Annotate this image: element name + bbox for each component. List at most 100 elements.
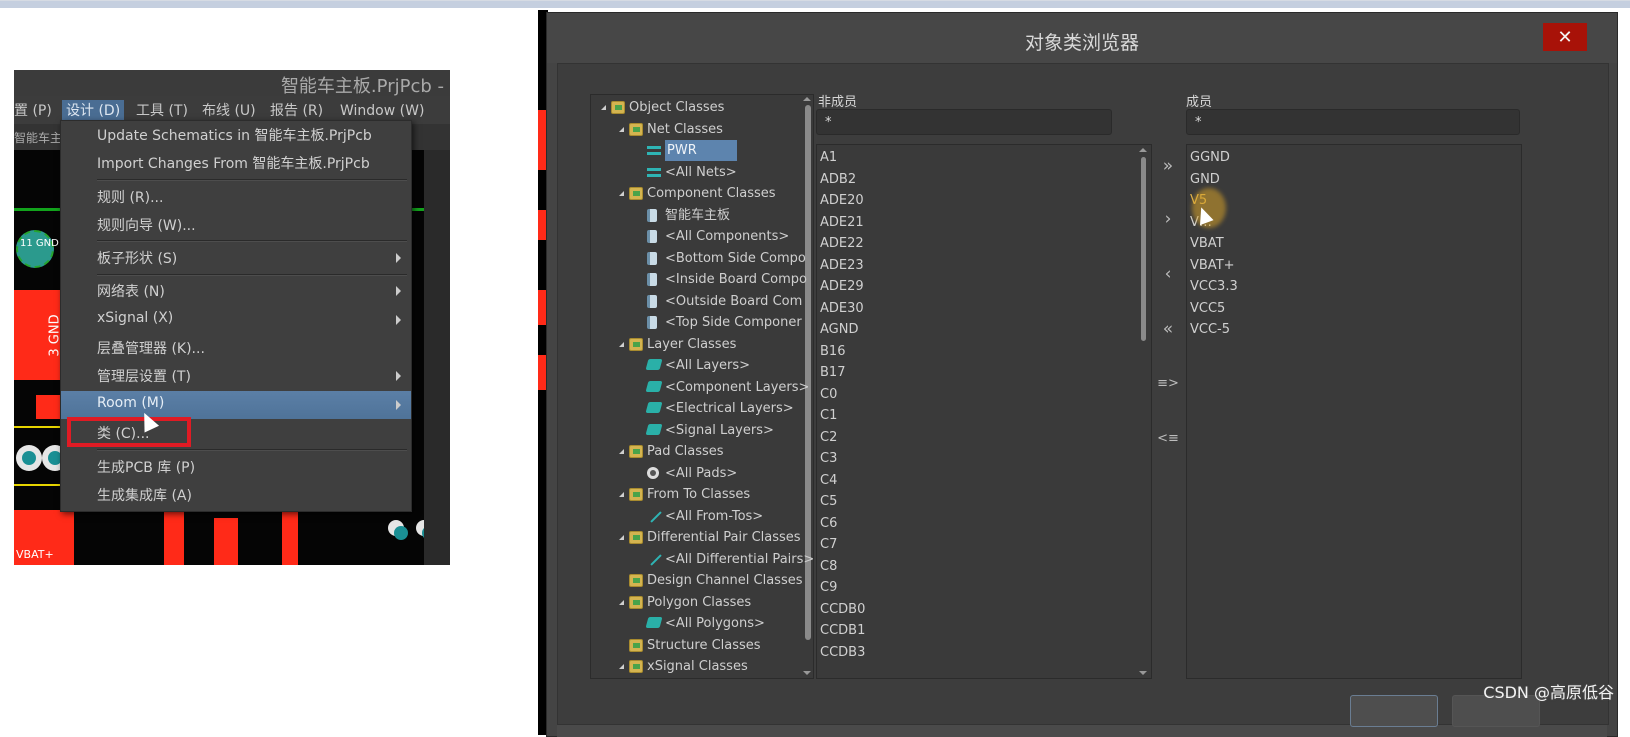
menu-item-layer-stack-manager[interactable]: 层叠管理器 (K)... bbox=[61, 334, 411, 362]
list-item[interactable]: A1 bbox=[820, 147, 837, 168]
scroll-up-icon[interactable] bbox=[1139, 148, 1147, 152]
expand-toggle-icon[interactable] bbox=[619, 535, 624, 540]
move-left-button[interactable]: <≡ bbox=[1156, 427, 1180, 451]
tree-node[interactable]: <All Pads> bbox=[591, 463, 803, 484]
list-item[interactable]: C0 bbox=[820, 384, 837, 405]
close-button[interactable]: ✕ bbox=[1543, 23, 1587, 51]
list-item[interactable]: GGND bbox=[1190, 147, 1230, 168]
list-item[interactable]: C2 bbox=[820, 427, 837, 448]
expand-toggle-icon[interactable] bbox=[619, 191, 624, 196]
remove-all-button[interactable]: « bbox=[1156, 317, 1180, 341]
tree-node[interactable]: Structure Classes bbox=[591, 635, 803, 656]
menu-item-update-schematics[interactable]: Update Schematics in 智能车主板.PrjPcb bbox=[61, 121, 411, 149]
tree-node[interactable]: <All From-Tos> bbox=[591, 506, 803, 527]
remove-selected-button[interactable]: ‹ bbox=[1156, 262, 1180, 286]
menu-item-make-integrated-library[interactable]: 生成集成库 (A) bbox=[61, 481, 411, 509]
tree-node[interactable]: <All Nets> bbox=[591, 162, 803, 183]
scroll-down-icon[interactable] bbox=[803, 671, 811, 675]
list-item[interactable]: C3 bbox=[820, 448, 837, 469]
expand-toggle-icon[interactable] bbox=[601, 105, 606, 110]
scroll-down-icon[interactable] bbox=[1139, 671, 1147, 675]
list-item[interactable]: AGND bbox=[820, 319, 858, 340]
menu-item-netlist[interactable]: 网络表 (N) bbox=[61, 277, 411, 305]
list-item[interactable]: ADB2 bbox=[820, 169, 856, 190]
members-filter-input[interactable] bbox=[1186, 109, 1520, 135]
class-tree[interactable]: Object Classes Net Classes PWR <All Nets> Co… bbox=[590, 94, 814, 679]
non-members-filter-input[interactable] bbox=[816, 109, 1112, 135]
add-all-button[interactable]: » bbox=[1156, 154, 1180, 178]
non-members-scrollbar[interactable] bbox=[1141, 157, 1146, 341]
ok-button[interactable] bbox=[1350, 695, 1438, 727]
add-selected-button[interactable]: › bbox=[1156, 207, 1180, 231]
expand-toggle-icon[interactable] bbox=[619, 341, 624, 347]
list-item[interactable]: ADE20 bbox=[820, 190, 864, 211]
tree-node[interactable]: Design Channel Classes bbox=[591, 570, 803, 591]
tree-node[interactable]: <Inside Board Compo bbox=[591, 269, 807, 290]
menu-window[interactable]: Window (W) bbox=[336, 100, 428, 122]
list-item[interactable]: ADE29 bbox=[820, 276, 864, 297]
expand-toggle-icon[interactable] bbox=[619, 664, 624, 669]
tree-node[interactable]: Polygon Classes bbox=[591, 592, 803, 613]
tree-node[interactable]: Pad Classes bbox=[591, 441, 803, 462]
members-list[interactable]: GGNDGNDV5V…VBATVBAT+VCC3.3VCC5VCC-5 bbox=[1186, 144, 1522, 679]
list-item[interactable]: ADE23 bbox=[820, 255, 864, 276]
tree-node[interactable]: <All Layers> bbox=[591, 355, 803, 376]
list-item[interactable]: VCC5 bbox=[1190, 298, 1225, 319]
list-item[interactable]: ADE21 bbox=[820, 212, 864, 233]
document-tab[interactable]: 智能车主 bbox=[14, 129, 62, 146]
menu-item-manage-layer-sets[interactable]: 管理层设置 (T) bbox=[61, 362, 411, 390]
expand-toggle-icon[interactable] bbox=[619, 126, 624, 132]
menu-design[interactable]: 设计 (D) bbox=[62, 100, 125, 122]
menu-item-xsignal[interactable]: xSignal (X) bbox=[61, 306, 411, 334]
list-item[interactable]: C5 bbox=[820, 491, 837, 512]
menu-route[interactable]: 布线 (U) bbox=[198, 100, 260, 122]
list-item[interactable]: C9 bbox=[820, 577, 837, 598]
tree-node[interactable]: Layer Classes bbox=[591, 334, 803, 355]
tree-node[interactable]: Object Classes bbox=[591, 97, 803, 118]
tree-node[interactable]: <Component Layers> bbox=[591, 377, 809, 398]
tree-node[interactable]: <Electrical Layers> bbox=[591, 398, 803, 419]
list-item[interactable]: C4 bbox=[820, 470, 837, 491]
expand-toggle-icon[interactable] bbox=[619, 599, 624, 605]
menu-item-room[interactable]: Room (M) bbox=[61, 391, 411, 419]
tree-node[interactable]: Component Classes bbox=[591, 183, 803, 204]
tree-node[interactable]: <All Components> bbox=[591, 226, 803, 247]
list-item[interactable]: B16 bbox=[820, 341, 845, 362]
list-item[interactable]: CCDB0 bbox=[820, 599, 865, 620]
list-item[interactable]: C7 bbox=[820, 534, 837, 555]
dialog-titlebar[interactable]: 对象类浏览器 ✕ bbox=[547, 13, 1617, 63]
expand-toggle-icon[interactable] bbox=[619, 449, 624, 454]
list-item[interactable]: CCDB3 bbox=[820, 642, 865, 663]
menu-place[interactable]: 置 (P) bbox=[14, 100, 56, 122]
tree-node[interactable]: 智能车主板 bbox=[591, 205, 803, 226]
list-item[interactable]: B17 bbox=[820, 362, 845, 383]
non-members-list[interactable]: A1 ADB2 ADE20 ADE21 ADE22 ADE23 ADE29 ADE30 AGND… bbox=[816, 144, 1152, 679]
tree-node[interactable]: <Outside Board Com bbox=[591, 291, 803, 312]
menu-item-import-changes[interactable]: Import Changes From 智能车主板.PrjPcb bbox=[61, 149, 411, 177]
menu-tools[interactable]: 工具 (T) bbox=[132, 100, 192, 122]
tree-node[interactable]: Net Classes bbox=[591, 119, 803, 140]
tree-node[interactable]: <All Differential Pairs> bbox=[591, 549, 813, 570]
tree-node[interactable]: <Bottom Side Compo bbox=[591, 248, 806, 269]
tree-node[interactable]: Differential Pair Classes bbox=[591, 527, 803, 548]
list-item[interactable]: VCC-5 bbox=[1190, 319, 1230, 340]
tree-node[interactable]: <Signal Layers> bbox=[591, 420, 803, 441]
list-item[interactable]: C6 bbox=[820, 513, 837, 534]
menu-item-board-shape[interactable]: 板子形状 (S) bbox=[61, 244, 411, 272]
list-item[interactable]: ADE22 bbox=[820, 233, 864, 254]
tree-node[interactable]: <All Polygons> bbox=[591, 613, 803, 634]
tree-node[interactable]: <Top Side Componer bbox=[591, 312, 803, 333]
menu-item-make-pcb-library[interactable]: 生成PCB 库 (P) bbox=[61, 453, 411, 481]
list-item[interactable]: C8 bbox=[820, 556, 837, 577]
list-item[interactable]: C1 bbox=[820, 405, 837, 426]
expand-toggle-icon[interactable] bbox=[619, 492, 624, 497]
move-right-button[interactable]: ≡> bbox=[1156, 372, 1180, 396]
list-item[interactable]: GND bbox=[1190, 169, 1220, 190]
list-item[interactable]: ADE30 bbox=[820, 298, 864, 319]
tree-node[interactable]: From To Classes bbox=[591, 484, 803, 505]
menu-item-rule-wizard[interactable]: 规则向导 (W)... bbox=[61, 211, 411, 239]
menu-item-rules[interactable]: 规则 (R)... bbox=[61, 183, 411, 211]
scroll-up-icon[interactable] bbox=[803, 97, 811, 101]
tree-node[interactable]: PWR bbox=[591, 140, 803, 161]
list-item[interactable]: VBAT+ bbox=[1190, 255, 1235, 276]
